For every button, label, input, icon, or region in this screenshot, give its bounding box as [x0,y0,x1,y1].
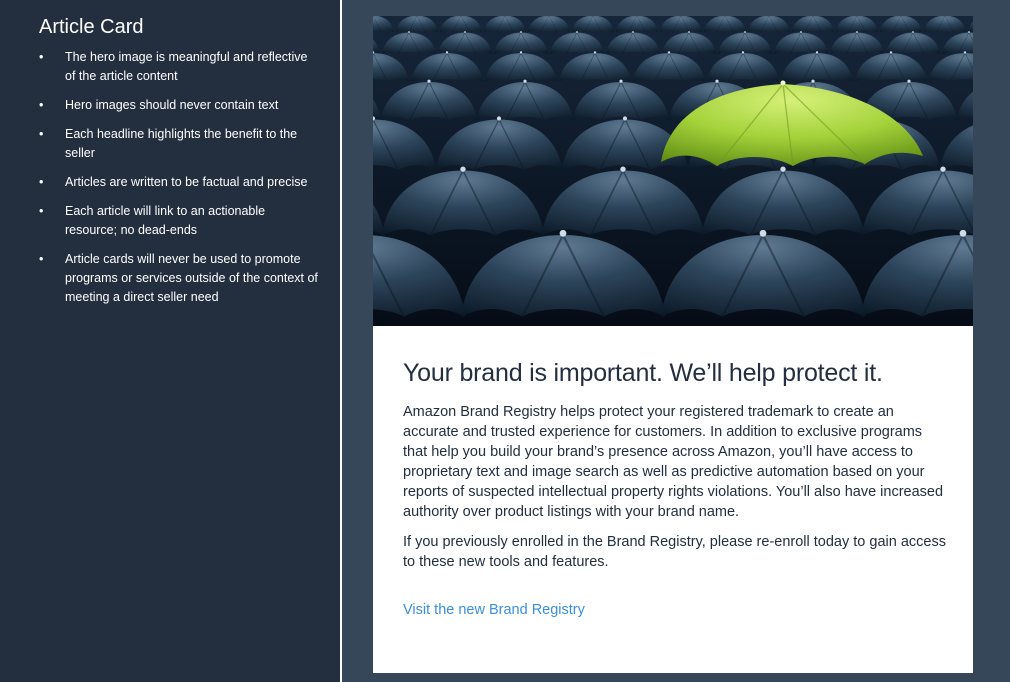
list-item: • Each article will link to an actionable… [39,202,319,240]
list-item: • Hero images should never contain text [39,96,319,115]
guideline-text: Article cards will never be used to prom… [65,252,318,304]
article-headline: Your brand is important. We’ll help prot… [403,359,883,387]
guideline-text: Hero images should never contain text [65,98,279,112]
article-paragraph: If you previously enrolled in the Brand … [403,534,946,570]
list-item: • Each headline highlights the benefit to… [39,125,319,163]
panel-title: Article Card [39,16,144,38]
guideline-text: Each headline highlights the benefit to … [65,127,298,160]
bullet: • [39,252,44,266]
article-card: Your brand is important. We’ll help prot… [373,16,973,673]
list-item: • Articles are written to be factual and … [39,173,319,192]
article-paragraph: Amazon Brand Registry helps protect your… [403,404,944,520]
card-body: Your brand is important. We’ll help prot… [403,356,948,619]
bullet: • [39,127,44,141]
bullet: • [39,204,44,218]
list-item: • The hero image is meaningful and reflec… [39,48,319,86]
guidelines-list: • The hero image is meaningful and reflec… [39,48,319,317]
bullet: • [39,175,44,189]
hero-image [373,16,973,326]
guidelines-panel: Article Card • The hero image is meaningf… [0,0,340,682]
guideline-text: Articles are written to be factual and p… [65,175,308,189]
brand-registry-link[interactable]: Visit the new Brand Registry [403,602,585,618]
guideline-text: The hero image is meaningful and reflect… [65,50,308,83]
bullet: • [39,50,44,64]
list-item: • Article cards will never be used to pro… [39,250,319,307]
bullet: • [39,98,44,112]
guideline-text: Each article will link to an actionable … [65,204,266,237]
